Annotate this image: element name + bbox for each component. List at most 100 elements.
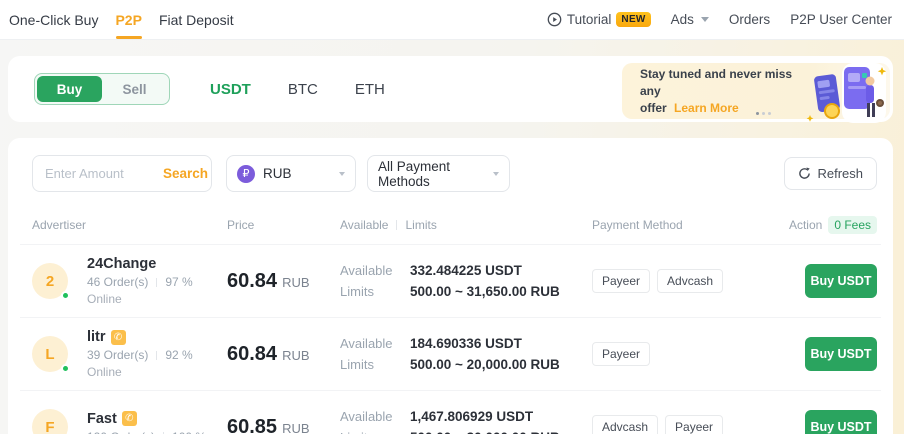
avatar: L <box>32 336 68 372</box>
table-header: Advertiser Price AvailableLimits Payment… <box>20 202 881 245</box>
header-limits: Limits <box>405 218 436 232</box>
divider <box>156 278 157 287</box>
advertiser-name-text: 24Change <box>87 256 156 272</box>
payment-methods-cell: Payeer <box>592 342 781 366</box>
coin-tabs: USDT BTC ETH <box>210 81 385 98</box>
price-currency: RUB <box>282 275 309 290</box>
payment-methods-cell: Payeer Advcash <box>592 269 781 293</box>
price-cell: 60.84 RUB <box>227 270 340 293</box>
offer-row: F Fast ✆ 120 Order(s) 100 % 60.85RUB Ava… <box>20 391 881 434</box>
phone-verified-icon: ✆ <box>122 411 137 426</box>
price-currency: RUB <box>282 421 309 434</box>
tab-btc[interactable]: BTC <box>288 81 318 98</box>
chevron-down-icon <box>701 17 709 22</box>
advertiser-name-text: litr <box>87 329 106 345</box>
buy-usdt-button[interactable]: Buy USDT <box>805 410 877 434</box>
tab-fiat-deposit[interactable]: Fiat Deposit <box>159 1 234 39</box>
price-value: 60.84 <box>227 270 277 292</box>
completion-rate: 100 % <box>172 430 206 434</box>
chevron-down-icon <box>493 172 499 176</box>
available-label: Available <box>340 409 394 424</box>
refresh-icon <box>798 167 811 180</box>
header-action: Action 0 Fees <box>781 216 877 234</box>
online-status-dot <box>61 291 70 300</box>
online-status-label: Online <box>87 365 193 379</box>
currency-select[interactable]: ₽ RUB <box>226 155 356 192</box>
chevron-down-icon <box>339 172 345 176</box>
search-button[interactable]: Search <box>151 166 212 181</box>
limits-label: Limits <box>340 430 394 434</box>
limits-label: Limits <box>340 357 394 372</box>
play-circle-icon <box>547 12 562 27</box>
tab-one-click-buy[interactable]: One-Click Buy <box>9 1 98 39</box>
advertiser-name[interactable]: 24Change <box>87 256 193 272</box>
tab-p2p[interactable]: P2P <box>115 1 141 39</box>
available-limits-cell: Available 332.484225 USDT Limits 500.00 … <box>340 263 592 299</box>
tutorial-link[interactable]: Tutorial NEW <box>547 12 651 27</box>
zero-fees-badge: 0 Fees <box>828 216 877 234</box>
advertiser-stats: 39 Order(s) 92 % <box>87 348 193 362</box>
buy-toggle-button[interactable]: Buy <box>37 76 102 102</box>
payment-method-select[interactable]: All Payment Methods <box>367 155 510 192</box>
order-count: 46 Order(s) <box>87 275 148 289</box>
available-label: Available <box>340 263 394 278</box>
tab-usdt[interactable]: USDT <box>210 81 251 98</box>
header-price: Price <box>227 218 340 232</box>
payment-tag: Payeer <box>665 415 723 434</box>
filter-bar: Search ₽ RUB All Payment Methods Refresh <box>20 138 881 202</box>
buy-usdt-button[interactable]: Buy USDT <box>805 264 877 298</box>
available-limits-cell: Available 1,467.806929 USDT Limits 500.0… <box>340 409 592 434</box>
buy-usdt-button[interactable]: Buy USDT <box>805 337 877 371</box>
user-center-label: P2P User Center <box>790 12 892 27</box>
completion-rate: 97 % <box>165 275 192 289</box>
header-payment-method: Payment Method <box>592 218 781 232</box>
advertiser-name-text: Fast <box>87 411 117 427</box>
price-cell: 60.85 RUB <box>227 416 340 434</box>
advertiser-name[interactable]: litr ✆ <box>87 329 193 345</box>
avatar-letter: F <box>32 409 68 434</box>
buy-sell-toggle: Buy Sell <box>34 73 170 105</box>
refresh-label: Refresh <box>817 166 863 181</box>
avatar: 2 <box>32 263 68 299</box>
available-value: 1,467.806929 USDT <box>410 409 592 424</box>
payment-tag: Advcash <box>657 269 723 293</box>
header-advertiser: Advertiser <box>32 218 227 232</box>
new-badge: NEW <box>616 12 650 27</box>
currency-selected-value: RUB <box>263 166 339 181</box>
order-count: 39 Order(s) <box>87 348 148 362</box>
online-status-dot <box>61 364 70 373</box>
sell-toggle-button[interactable]: Sell <box>102 76 167 102</box>
offer-row: L litr ✆ 39 Order(s) 92 % Online 60.84RU… <box>20 318 881 391</box>
price-currency: RUB <box>282 348 309 363</box>
available-value: 332.484225 USDT <box>410 263 592 278</box>
promo-banner: Stay tuned and never miss any offer Lear… <box>622 63 890 119</box>
ads-menu[interactable]: Ads <box>671 12 709 27</box>
banner-carousel-dots <box>756 112 771 115</box>
learn-more-link[interactable]: Learn More <box>674 101 739 115</box>
divider <box>396 220 397 230</box>
nav-tabs: One-Click Buy P2P Fiat Deposit <box>9 1 234 39</box>
completion-rate: 92 % <box>165 348 192 362</box>
price-value: 60.85 <box>227 416 277 434</box>
available-value: 184.690336 USDT <box>410 336 592 351</box>
payment-tag: Advcash <box>592 415 658 434</box>
banner-text: Stay tuned and never miss any offer Lear… <box>640 66 800 117</box>
phone-verified-icon: ✆ <box>111 330 126 345</box>
amount-input[interactable] <box>33 166 151 181</box>
header-available-limits: AvailableLimits <box>340 218 592 232</box>
orders-link[interactable]: Orders <box>729 12 770 27</box>
advertiser-name[interactable]: Fast ✆ <box>87 411 206 427</box>
offers-card: Search ₽ RUB All Payment Methods Refresh… <box>8 138 893 434</box>
limits-value: 500.00 ~ 31,650.00 RUB <box>410 284 592 299</box>
refresh-button[interactable]: Refresh <box>784 157 877 190</box>
divider <box>156 351 157 360</box>
action-label: Action <box>789 218 822 232</box>
banner-line1: Stay tuned and never miss any <box>640 67 792 98</box>
limits-value: 500.00 ~ 20,000.00 RUB <box>410 357 592 372</box>
tab-eth[interactable]: ETH <box>355 81 385 98</box>
nav-actions: Tutorial NEW Ads Orders P2P User Center <box>547 12 892 27</box>
limits-label: Limits <box>340 284 394 299</box>
banner-illustration <box>794 59 890 125</box>
p2p-user-center-link[interactable]: P2P User Center <box>790 12 892 27</box>
payment-methods-cell: Advcash Payeer <box>592 415 781 434</box>
